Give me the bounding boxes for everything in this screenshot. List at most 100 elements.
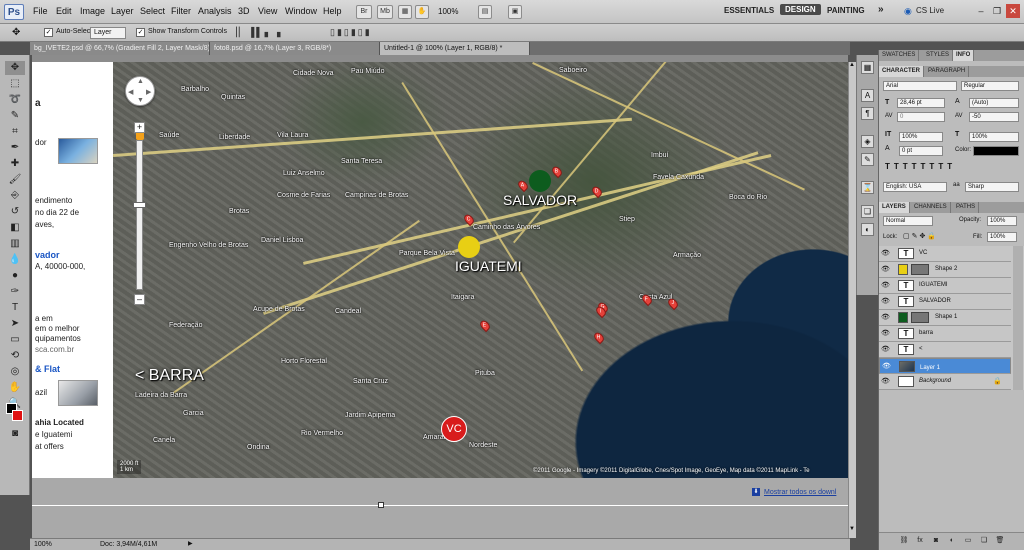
menu-layer[interactable]: Layer (111, 6, 134, 16)
pan-down-icon[interactable]: ▼ (137, 97, 144, 104)
new-group-icon[interactable]: ▭ (963, 536, 973, 546)
pen-tool-icon[interactable]: ✑ (5, 285, 25, 299)
arrange-icon[interactable]: ▤ (478, 5, 492, 19)
menu-image[interactable]: Image (80, 6, 105, 16)
document-canvas[interactable]: a dor endimento no dia 22 de aves, vador… (32, 62, 848, 478)
menu-analysis[interactable]: Analysis (198, 6, 232, 16)
faux-style-buttons[interactable]: TTTTTTTT (885, 162, 956, 171)
show-transform-checkbox[interactable]: ✓ (136, 28, 145, 37)
tab-info[interactable]: INFO (953, 50, 975, 61)
map-pin-marker[interactable]: A (516, 178, 530, 193)
layer-row-shape-2[interactable]: 👁 Shape 2 (879, 262, 1011, 278)
adjustment-layer-icon[interactable]: ◐ (947, 536, 957, 546)
layer-row-background[interactable]: 👁 Background 🔒 (879, 374, 1011, 390)
opacity-field[interactable]: 100% (987, 216, 1017, 226)
delete-layer-icon[interactable]: 🗑 (995, 536, 1005, 546)
background-color-swatch[interactable] (12, 410, 23, 421)
layer-row-salvador[interactable]: 👁 T SALVADOR (879, 294, 1011, 310)
visibility-eye-icon[interactable]: 👁 (881, 346, 890, 354)
tab-foto8[interactable]: foto8.psd @ 16,7% (Layer 3, RGB/8*) (210, 42, 380, 55)
align-icons[interactable]: ▕▏▐▌▖▗ (230, 27, 282, 38)
zoom-slider-track[interactable] (136, 140, 143, 290)
tab-swatches[interactable]: SWATCHES (879, 50, 920, 61)
map-pan-control[interactable]: ▲ ▼ ◀ ▶ (125, 76, 155, 106)
hand-tool-icon[interactable]: ✋ (5, 381, 25, 395)
blend-mode-select[interactable]: Normal (883, 216, 933, 226)
web-link[interactable]: vador (35, 250, 60, 260)
menu-select[interactable]: Select (140, 6, 165, 16)
tab-layers[interactable]: LAYERS (879, 202, 910, 213)
fill-field[interactable]: 100% (987, 232, 1017, 242)
path-select-tool-icon[interactable]: ➤ (5, 317, 25, 331)
extras-icon[interactable]: ▦ (398, 5, 412, 19)
pan-up-icon[interactable]: ▲ (137, 78, 144, 85)
visibility-eye-icon[interactable]: 👁 (882, 363, 891, 371)
map-pin-marker[interactable]: J (666, 296, 680, 311)
auto-select-dropdown[interactable]: Layer (90, 27, 126, 39)
paragraph-panel-icon[interactable]: ¶ (861, 107, 874, 120)
quick-select-tool-icon[interactable]: ✎ (5, 109, 25, 123)
tab-paragraph[interactable]: PARAGRAPH (925, 66, 970, 77)
stamp-tool-icon[interactable]: ⎆ (5, 189, 25, 203)
menu-filter[interactable]: Filter (171, 6, 191, 16)
channels-panel-icon[interactable]: ◐ (861, 223, 874, 236)
new-layer-icon[interactable]: ❏ (979, 536, 989, 546)
font-style-select[interactable]: Regular (961, 81, 1019, 91)
zoom-slider-handle[interactable] (133, 202, 146, 208)
layer-row-arrow[interactable]: 👁 T < (879, 342, 1011, 358)
eraser-tool-icon[interactable]: ◧ (5, 221, 25, 235)
auto-select-checkbox[interactable]: ✓ (44, 28, 53, 37)
vertical-scale-field[interactable]: 100% (899, 132, 943, 142)
visibility-eye-icon[interactable]: 👁 (881, 282, 890, 290)
gradient-tool-icon[interactable]: ▥ (5, 237, 25, 251)
menu-3d[interactable]: 3D (238, 6, 250, 16)
visibility-eye-icon[interactable]: 👁 (881, 250, 890, 258)
map-pin-marker[interactable]: B (550, 164, 564, 179)
dodge-tool-icon[interactable]: ● (5, 269, 25, 283)
move-tool-icon[interactable]: ✥ (5, 61, 25, 75)
layer-row-vc[interactable]: 👁 T VC (879, 246, 1011, 262)
leading-field[interactable]: (Auto) (969, 98, 1019, 108)
scroll-up-icon[interactable]: ▲ (849, 62, 855, 68)
tab-character[interactable]: CHARACTER (879, 66, 924, 77)
lock-icons[interactable]: ▢✎✥🔒 (903, 232, 938, 240)
satellite-map[interactable]: Cidade Nova Pau Miúdo Barbalho Quintas S… (113, 62, 848, 478)
tab-bg-ivete[interactable]: bg_IVETE2.psd @ 66,7% (Gradient Fill 2, … (30, 42, 210, 55)
eyedropper-tool-icon[interactable]: ✒ (5, 141, 25, 155)
cs-live-button[interactable]: CS Live (916, 6, 944, 15)
brush-panel-icon[interactable]: ✎ (861, 153, 874, 166)
menu-view[interactable]: View (258, 6, 277, 16)
zoom-in-button[interactable]: + (134, 122, 145, 133)
pan-right-icon[interactable]: ▶ (146, 88, 151, 96)
baseline-field[interactable]: 0 pt (899, 146, 943, 156)
move-tool-icon[interactable]: ✥ (12, 27, 20, 38)
restore-icon[interactable]: ❐ (990, 4, 1004, 18)
type-tool-icon[interactable]: T (5, 301, 25, 315)
kerning-field[interactable]: 0 (897, 112, 945, 122)
brush-tool-icon[interactable]: 🖌 (5, 173, 25, 187)
visibility-eye-icon[interactable]: 👁 (881, 314, 890, 322)
tab-channels[interactable]: CHANNELS (911, 202, 951, 213)
visibility-eye-icon[interactable]: 👁 (881, 298, 890, 306)
crop-tool-icon[interactable]: ⌗ (5, 125, 25, 139)
map-pin-marker[interactable]: E (478, 318, 492, 333)
shape-tool-icon[interactable]: ▭ (5, 333, 25, 347)
visibility-eye-icon[interactable]: 👁 (881, 266, 890, 274)
styles-panel-icon[interactable]: ◈ (861, 135, 874, 148)
history-panel-icon[interactable]: ⌛ (861, 181, 874, 194)
healing-tool-icon[interactable]: ✚ (5, 157, 25, 171)
menu-edit[interactable]: Edit (56, 6, 72, 16)
menu-help[interactable]: Help (323, 6, 342, 16)
pan-left-icon[interactable]: ◀ (128, 88, 133, 96)
blur-tool-icon[interactable]: 💧 (5, 253, 25, 267)
3d-rotate-tool-icon[interactable]: ⟲ (5, 349, 25, 363)
fx-icon[interactable]: fx (915, 536, 925, 546)
workspaces-more[interactable]: » (878, 4, 884, 15)
workspace-essentials[interactable]: ESSENTIALS (724, 6, 774, 15)
history-brush-icon[interactable]: ↺ (5, 205, 25, 219)
character-panel-icon[interactable]: A (861, 89, 874, 102)
horizontal-scale-field[interactable]: 100% (969, 132, 1019, 142)
mini-bridge-button[interactable]: Mb (377, 5, 393, 19)
layer-row-barra[interactable]: 👁 Tbarra (879, 326, 1011, 342)
font-size-field[interactable]: 28,46 pt (897, 98, 945, 108)
